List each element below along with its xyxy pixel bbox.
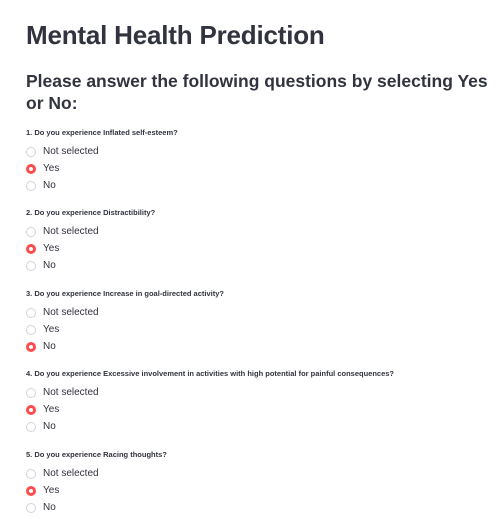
radio-button[interactable] <box>26 324 36 335</box>
radio-option-label: Not selected <box>43 386 99 398</box>
radio-option-label: Yes <box>43 323 60 335</box>
radio-option-label: Yes <box>43 484 60 496</box>
radio-option-no[interactable]: No <box>26 338 224 355</box>
radio-button[interactable] <box>26 421 36 432</box>
radio-group: Not selected Yes No <box>26 304 224 355</box>
radio-group: Not selected Yes No <box>26 223 155 274</box>
radio-option-no[interactable]: No <box>26 418 394 435</box>
question-label: 3. Do you experience Increase in goal-di… <box>26 289 224 298</box>
radio-option-not-selected[interactable]: Not selected <box>26 304 224 321</box>
question-label: 2. Do you experience Distractibility? <box>26 208 156 217</box>
radio-button[interactable] <box>26 146 36 157</box>
radio-option-label: Not selected <box>43 225 99 237</box>
question-3: 3. Do you experience Increase in goal-di… <box>26 289 224 355</box>
question-5: 5. Do you experience Racing thoughts? No… <box>26 450 167 516</box>
radio-option-label: Not selected <box>43 467 99 479</box>
radio-option-label: Yes <box>43 403 60 415</box>
question-label: 1. Do you experience Inflated self-estee… <box>26 128 178 137</box>
radio-option-label: No <box>43 501 56 513</box>
question-1: 1. Do you experience Inflated self-estee… <box>26 128 178 194</box>
radio-group: Not selected Yes No <box>26 465 167 516</box>
radio-option-yes[interactable]: Yes <box>26 482 167 499</box>
radio-button[interactable] <box>26 341 36 352</box>
radio-option-no[interactable]: No <box>26 177 178 194</box>
radio-option-not-selected[interactable]: Not selected <box>26 143 178 160</box>
question-label: 4. Do you experience Excessive involveme… <box>26 369 395 378</box>
radio-option-yes[interactable]: Yes <box>26 160 178 177</box>
question-label: 5. Do you experience Racing thoughts? <box>26 450 167 459</box>
radio-option-label: No <box>43 179 56 191</box>
main-container: Mental Health Prediction Please answer t… <box>26 0 490 114</box>
radio-option-yes[interactable]: Yes <box>26 240 155 257</box>
question-4: 4. Do you experience Excessive involveme… <box>26 369 394 435</box>
page-subtitle: Please answer the following questions by… <box>26 71 488 113</box>
radio-option-yes[interactable]: Yes <box>26 401 394 418</box>
radio-group: Not selected Yes No <box>26 143 178 194</box>
radio-button[interactable] <box>26 502 36 513</box>
radio-button[interactable] <box>26 485 36 496</box>
radio-button[interactable] <box>26 387 36 398</box>
radio-option-not-selected[interactable]: Not selected <box>26 384 394 401</box>
radio-option-label: No <box>43 259 56 271</box>
radio-option-yes[interactable]: Yes <box>26 321 224 338</box>
radio-option-label: Yes <box>43 242 60 254</box>
radio-button[interactable] <box>26 163 36 174</box>
radio-option-no[interactable]: No <box>26 257 155 274</box>
question-2: 2. Do you experience Distractibility? No… <box>26 208 155 274</box>
radio-group: Not selected Yes No <box>26 384 394 435</box>
radio-option-no[interactable]: No <box>26 499 167 516</box>
radio-button[interactable] <box>26 307 36 318</box>
radio-button[interactable] <box>26 468 36 479</box>
radio-button[interactable] <box>26 180 36 191</box>
radio-option-label: No <box>43 420 56 432</box>
radio-option-label: Not selected <box>43 306 99 318</box>
radio-option-label: Not selected <box>43 145 99 157</box>
radio-option-not-selected[interactable]: Not selected <box>26 223 155 240</box>
radio-button[interactable] <box>26 226 36 237</box>
radio-option-not-selected[interactable]: Not selected <box>26 465 167 482</box>
radio-button[interactable] <box>26 243 36 254</box>
radio-button[interactable] <box>26 404 36 415</box>
radio-option-label: No <box>43 340 56 352</box>
radio-option-label: Yes <box>43 162 60 174</box>
page-title: Mental Health Prediction <box>26 20 325 50</box>
radio-button[interactable] <box>26 260 36 271</box>
